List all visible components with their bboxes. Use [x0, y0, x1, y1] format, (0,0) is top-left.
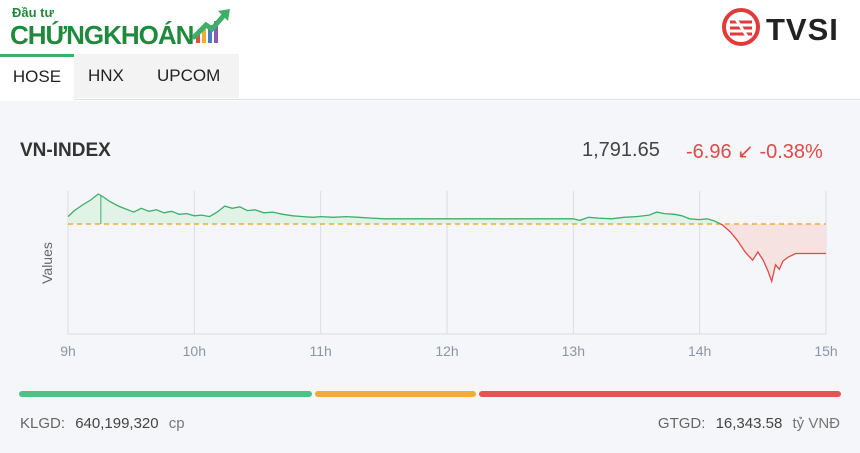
volume-unit: cp — [168, 415, 185, 432]
exchange-tabs: HOSE HNX UPCOM — [0, 54, 860, 100]
y-axis-label: Values — [39, 242, 55, 284]
header: Đầu tư CHỨNGKHOÁN TVSI — [0, 0, 860, 52]
value-summary: GTGD: 16,343.58 tỷ VNĐ — [658, 415, 840, 432]
volume-summary: KLGD: 640,199,320 cp — [20, 415, 185, 432]
growth-chart-icon — [192, 9, 230, 43]
breadth-flat-bar — [314, 391, 477, 397]
x-axis-ticks: 9h 10h 11h 12h 13h 14h 15h — [60, 343, 837, 359]
x-tick-label: 10h — [183, 343, 206, 359]
tab-hnx[interactable]: HNX — [88, 54, 132, 100]
tab-hose[interactable]: HOSE — [0, 54, 74, 100]
tab-upcom[interactable]: UPCOM — [157, 54, 229, 100]
breadth-up-bar — [19, 391, 312, 397]
x-tick-label: 14h — [688, 343, 711, 359]
tvsi-logo-icon — [722, 8, 760, 46]
value-unit: tỷ VNĐ — [792, 415, 840, 432]
index-name: VN-INDEX — [20, 140, 111, 161]
x-tick-label: 13h — [562, 343, 585, 359]
volume-label: KLGD: — [20, 415, 66, 432]
index-value: 1,791.65 — [582, 139, 660, 161]
x-tick-label: 12h — [435, 343, 458, 359]
brand-small-text: Đầu tư — [12, 5, 54, 20]
brand-big-a: CHỨNG — [10, 20, 104, 50]
partner-logo[interactable]: TVSI — [722, 8, 852, 47]
breadth-down-bar — [479, 391, 841, 397]
index-change: -6.96 ↙ -0.38% — [686, 141, 823, 163]
index-panel: VN-INDEX 1,791.65 -6.96 ↙ -0.38% Values … — [0, 101, 860, 453]
brand-big-text: CHỨNGKHOÁN — [10, 20, 194, 51]
volume-value: 640,199,320 — [75, 415, 159, 432]
intraday-chart[interactable]: Values 9h 10h 11h 12h 13h 14h 15h — [0, 171, 860, 371]
x-tick-label: 11h — [310, 343, 332, 359]
x-tick-label: 15h — [814, 343, 837, 359]
brand-logo[interactable]: Đầu tư CHỨNGKHOÁN — [10, 5, 235, 51]
x-tick-label: 9h — [60, 343, 76, 359]
brand-big-b: KHOÁN — [103, 20, 194, 50]
value-value: 16,343.58 — [715, 415, 783, 432]
value-label: GTGD: — [657, 415, 706, 432]
partner-name: TVSI — [766, 12, 839, 47]
